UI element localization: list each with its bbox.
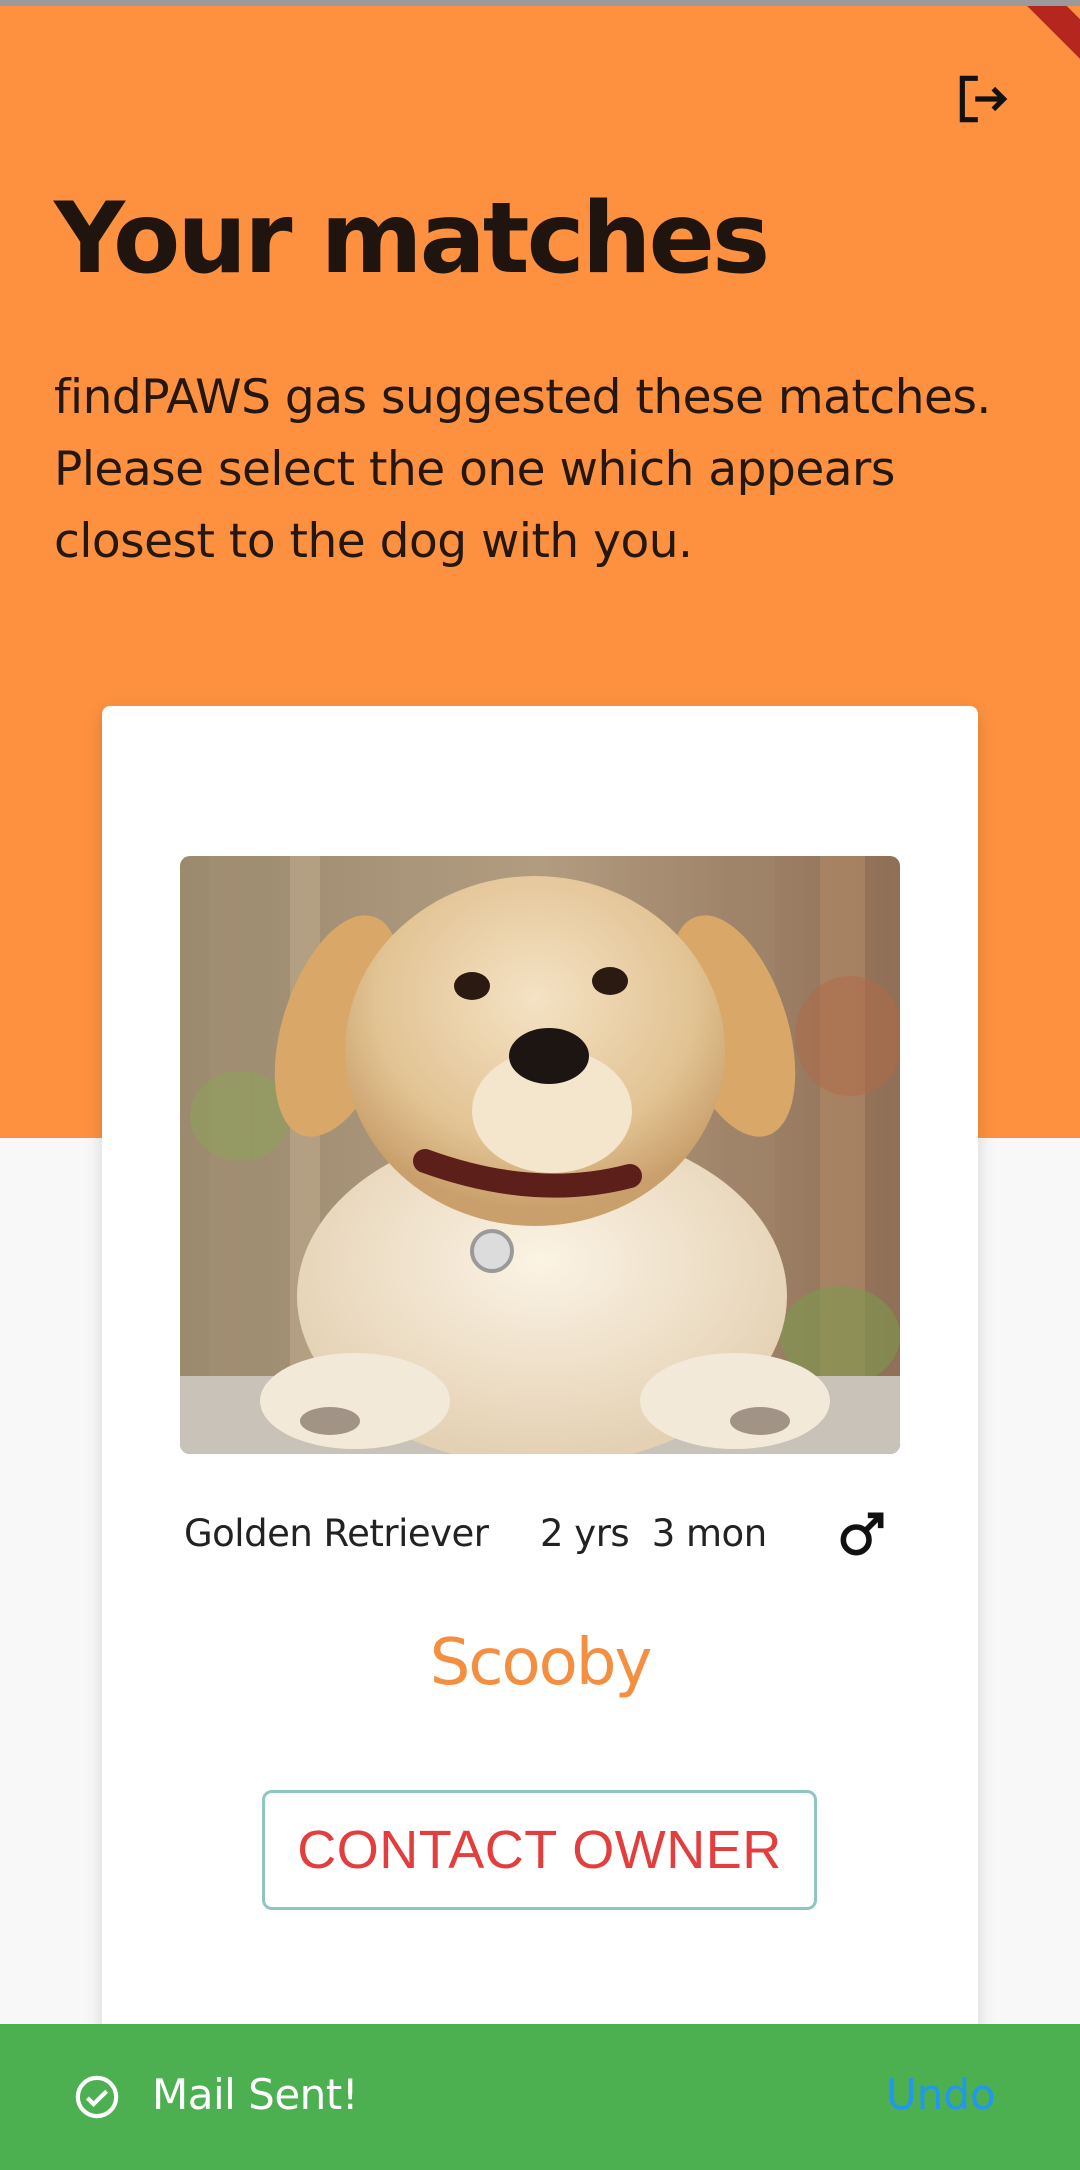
logout-button[interactable] — [952, 68, 1014, 130]
check-circle-icon — [74, 2074, 120, 2120]
contact-owner-button[interactable]: CONTACT OWNER — [262, 1790, 817, 1910]
pet-name: Scooby — [429, 1626, 653, 1700]
page-title: Your matches — [54, 182, 770, 296]
match-card[interactable]: Golden Retriever 2 yrs 3 mon Scooby CONT… — [102, 706, 978, 2106]
status-bar-edge — [0, 0, 1080, 6]
male-icon — [834, 1506, 890, 1562]
age-label: 2 yrs 3 mon — [540, 1512, 767, 1555]
page-subtitle: findPAWS gas suggested these matches. Pl… — [54, 370, 991, 569]
snackbar-message: Mail Sent! — [152, 2070, 359, 2119]
breed-label: Golden Retriever — [184, 1512, 489, 1555]
snackbar: Mail Sent! Undo — [0, 2024, 1080, 2170]
undo-button[interactable]: Undo — [886, 2070, 996, 2119]
logout-icon — [959, 75, 1008, 123]
dog-photo — [180, 856, 900, 1454]
